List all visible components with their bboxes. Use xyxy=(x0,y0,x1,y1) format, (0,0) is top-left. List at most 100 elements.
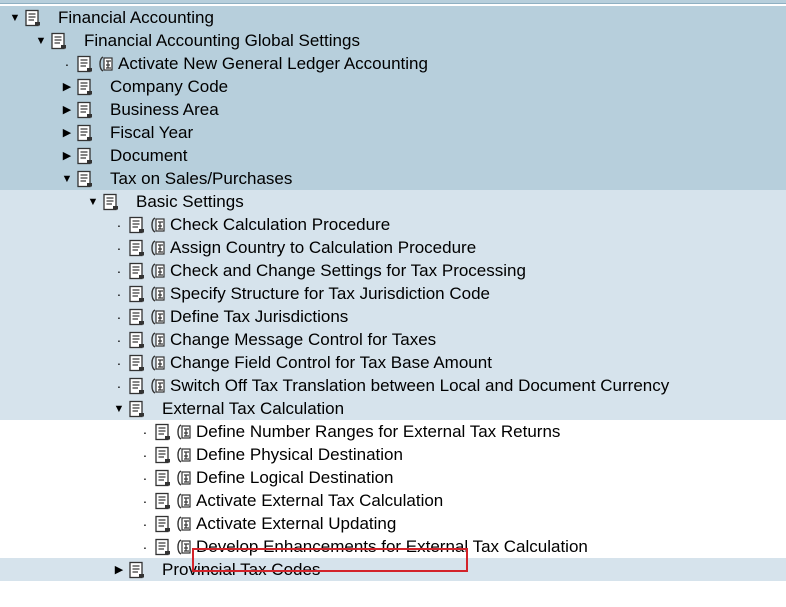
tree-node-label[interactable]: Check and Change Settings for Tax Proces… xyxy=(170,261,526,281)
tree-activity-node[interactable]: · Assign Country to Calculation Procedure xyxy=(0,236,786,259)
document-lines-icon[interactable] xyxy=(154,469,172,487)
tree-node-label[interactable]: Activate New General Ledger Accounting xyxy=(118,54,428,74)
document-lines-icon[interactable] xyxy=(128,216,146,234)
triangle-right-icon[interactable]: ▶ xyxy=(60,149,74,163)
tree-node-label[interactable]: External Tax Calculation xyxy=(162,399,344,419)
tree-node-label[interactable]: Change Field Control for Tax Base Amount xyxy=(170,353,492,373)
document-lines-icon[interactable] xyxy=(128,377,146,395)
document-lines-icon[interactable] xyxy=(128,285,146,303)
tree-leaf-dot: · xyxy=(116,285,122,302)
tree-folder-node[interactable]: ▶ Business Area xyxy=(0,98,786,121)
tree-node-label[interactable]: Change Message Control for Taxes xyxy=(170,330,436,350)
tree-leaf-dot: · xyxy=(116,331,122,348)
triangle-down-icon[interactable]: ▼ xyxy=(112,402,126,416)
tree-activity-node[interactable]: · Change Field Control for Tax Base Amoun… xyxy=(0,351,786,374)
tree-activity-node[interactable]: · Develop Enhancements for External Tax C… xyxy=(0,535,786,558)
tree-folder-node[interactable]: ▼ Financial Accounting xyxy=(0,6,786,29)
tree-node-label[interactable]: Basic Settings xyxy=(136,192,244,212)
tree-node-label[interactable]: Activate External Updating xyxy=(196,514,396,534)
tree-node-label[interactable]: Assign Country to Calculation Procedure xyxy=(170,238,476,258)
document-lines-icon[interactable] xyxy=(76,55,94,73)
tree-node-label[interactable]: Define Tax Jurisdictions xyxy=(170,307,348,327)
tree-node-label[interactable]: Business Area xyxy=(110,100,219,120)
tree-activity-node[interactable]: · Define Number Ranges for External Tax R… xyxy=(0,420,786,443)
clock-execute-icon[interactable] xyxy=(175,515,192,533)
triangle-down-icon[interactable]: ▼ xyxy=(34,34,48,48)
tree-activity-node[interactable]: · Switch Off Tax Translation between Loca… xyxy=(0,374,786,397)
tree-folder-node[interactable]: ▶ Company Code xyxy=(0,75,786,98)
triangle-down-icon[interactable]: ▼ xyxy=(8,11,22,25)
tree-node-label[interactable]: Define Number Ranges for External Tax Re… xyxy=(196,422,560,442)
tree-node-label[interactable]: Develop Enhancements for External Tax Ca… xyxy=(196,537,588,557)
tree-activity-node[interactable]: · Change Message Control for Taxes xyxy=(0,328,786,351)
clock-execute-icon[interactable] xyxy=(149,377,166,395)
clock-execute-icon[interactable] xyxy=(97,55,114,73)
tree-activity-node[interactable]: · Check Calculation Procedure xyxy=(0,213,786,236)
clock-execute-icon[interactable] xyxy=(175,446,192,464)
clock-execute-icon[interactable] xyxy=(149,308,166,326)
document-lines-icon xyxy=(24,9,42,27)
tree-node-label[interactable]: Activate External Tax Calculation xyxy=(196,491,443,511)
tree-node-label[interactable]: Company Code xyxy=(110,77,228,97)
tree-folder-node[interactable]: ▶ Fiscal Year xyxy=(0,121,786,144)
tree-activity-node[interactable]: · Activate New General Ledger Accounting xyxy=(0,52,786,75)
document-lines-icon[interactable] xyxy=(128,239,146,257)
document-lines-icon[interactable] xyxy=(154,423,172,441)
tree-node-label[interactable]: Document xyxy=(110,146,187,166)
tree-node-label[interactable]: Provincial Tax Codes xyxy=(162,560,320,580)
tree-node-label[interactable]: Define Logical Destination xyxy=(196,468,394,488)
document-lines-icon[interactable] xyxy=(154,446,172,464)
triangle-down-icon[interactable]: ▼ xyxy=(60,172,74,186)
document-lines-icon[interactable] xyxy=(128,331,146,349)
clock-execute-icon[interactable] xyxy=(149,216,166,234)
tree-node-label[interactable]: Define Physical Destination xyxy=(196,445,403,465)
triangle-right-icon[interactable]: ▶ xyxy=(60,103,74,117)
triangle-down-icon[interactable]: ▼ xyxy=(86,195,100,209)
tree-node-label[interactable]: Tax on Sales/Purchases xyxy=(110,169,292,189)
tree-folder-node[interactable]: ▶ Document xyxy=(0,144,786,167)
tree-node-label[interactable]: Fiscal Year xyxy=(110,123,193,143)
document-lines-icon[interactable] xyxy=(128,262,146,280)
document-lines-icon xyxy=(102,193,120,211)
tree-activity-node[interactable]: · Define Logical Destination xyxy=(0,466,786,489)
triangle-right-icon[interactable]: ▶ xyxy=(112,563,126,577)
tree-activity-node[interactable]: · Activate External Tax Calculation xyxy=(0,489,786,512)
tree-activity-node[interactable]: · Define Physical Destination xyxy=(0,443,786,466)
tree-node-label[interactable]: Specify Structure for Tax Jurisdiction C… xyxy=(170,284,490,304)
tree-folder-node[interactable]: ▼ Tax on Sales/Purchases xyxy=(0,167,786,190)
clock-execute-icon[interactable] xyxy=(149,331,166,349)
triangle-right-icon[interactable]: ▶ xyxy=(60,126,74,140)
tree-folder-node[interactable]: ▼ Financial Accounting Global Settings xyxy=(0,29,786,52)
clock-execute-icon[interactable] xyxy=(149,262,166,280)
tree-activity-node[interactable]: · Check and Change Settings for Tax Proce… xyxy=(0,259,786,282)
tree-activity-node[interactable]: · Activate External Updating xyxy=(0,512,786,535)
clock-execute-icon[interactable] xyxy=(149,285,166,303)
clock-execute-icon[interactable] xyxy=(149,354,166,372)
document-lines-icon[interactable] xyxy=(128,308,146,326)
document-lines-icon[interactable] xyxy=(154,492,172,510)
tree-folder-node[interactable]: ▼ Basic Settings xyxy=(0,190,786,213)
tree-activity-node[interactable]: · Define Tax Jurisdictions xyxy=(0,305,786,328)
document-lines-icon xyxy=(76,124,94,142)
tree-leaf-dot: · xyxy=(142,423,148,440)
tree-node-label[interactable]: Switch Off Tax Translation between Local… xyxy=(170,376,669,396)
clock-execute-icon[interactable] xyxy=(175,538,192,556)
tree-node-label[interactable]: Financial Accounting Global Settings xyxy=(84,31,360,51)
tree-folder-node[interactable]: ▼ External Tax Calculation xyxy=(0,397,786,420)
document-lines-icon[interactable] xyxy=(154,538,172,556)
tree-leaf-dot: · xyxy=(116,216,122,233)
document-lines-icon[interactable] xyxy=(154,515,172,533)
tree-folder-node[interactable]: ▶ Provincial Tax Codes xyxy=(0,558,786,581)
document-lines-icon[interactable] xyxy=(128,354,146,372)
tree-leaf-dot: · xyxy=(116,354,122,371)
triangle-right-icon[interactable]: ▶ xyxy=(60,80,74,94)
clock-execute-icon[interactable] xyxy=(175,492,192,510)
clock-execute-icon[interactable] xyxy=(149,239,166,257)
tree-node-label[interactable]: Financial Accounting xyxy=(58,8,214,28)
tree-activity-node[interactable]: · Specify Structure for Tax Jurisdiction … xyxy=(0,282,786,305)
clock-execute-icon[interactable] xyxy=(175,423,192,441)
document-lines-icon xyxy=(128,400,146,418)
tree-leaf-dot: · xyxy=(116,308,122,325)
tree-node-label[interactable]: Check Calculation Procedure xyxy=(170,215,390,235)
clock-execute-icon[interactable] xyxy=(175,469,192,487)
